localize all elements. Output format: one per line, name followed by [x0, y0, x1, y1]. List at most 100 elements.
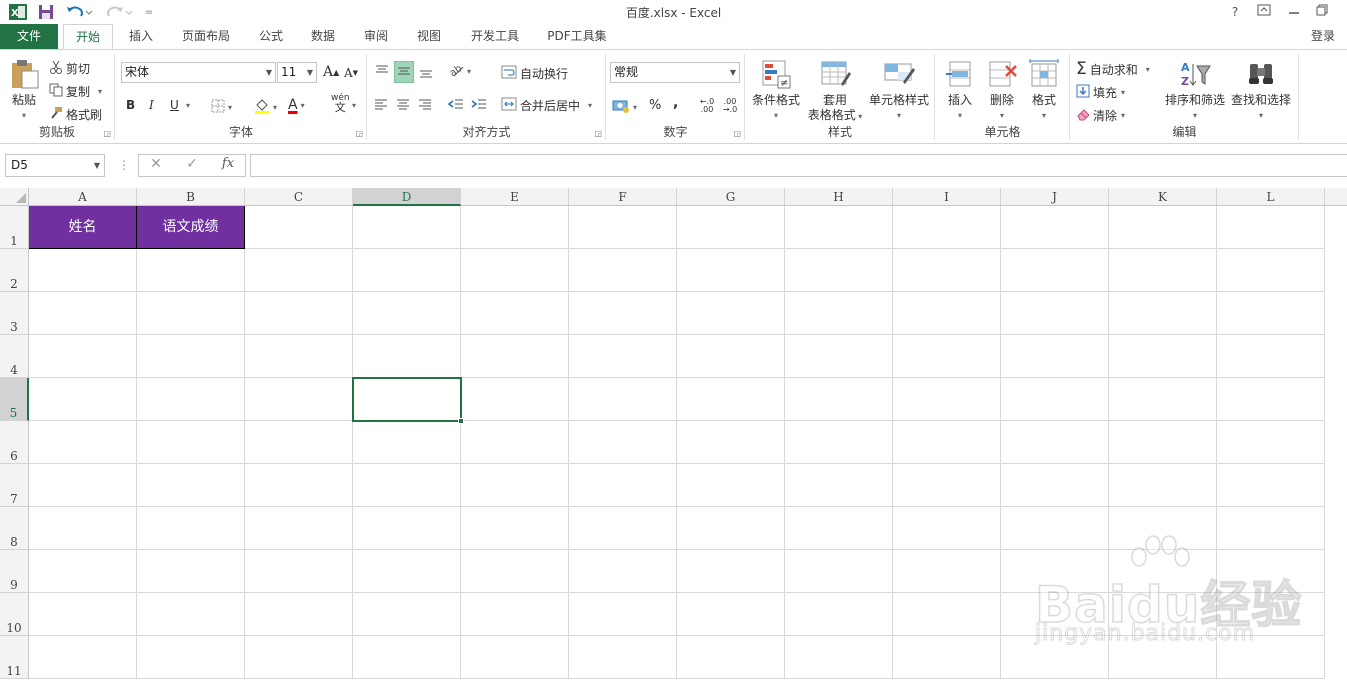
cell-h2[interactable] [785, 249, 893, 292]
comma-style-button[interactable]: , [673, 95, 678, 111]
cell-c6[interactable] [245, 421, 353, 464]
cell-i10[interactable] [893, 593, 1001, 636]
cell-l11[interactable] [1217, 636, 1325, 679]
cell-j5[interactable] [1001, 378, 1109, 421]
cell-c2[interactable] [245, 249, 353, 292]
align-middle-button[interactable] [394, 61, 414, 83]
minimize-icon[interactable] [1280, 2, 1308, 22]
cell-j4[interactable] [1001, 335, 1109, 378]
column-header-i[interactable]: I [893, 188, 1001, 206]
cell-j2[interactable] [1001, 249, 1109, 292]
cell-b2[interactable] [137, 249, 245, 292]
cell-k8[interactable] [1109, 507, 1217, 550]
column-header-c[interactable]: C [245, 188, 353, 206]
cell-g11[interactable] [677, 636, 785, 679]
cell-h10[interactable] [785, 593, 893, 636]
cell-g3[interactable] [677, 292, 785, 335]
cell-c5[interactable] [245, 378, 353, 421]
sort-filter-button[interactable]: AZ 排序和筛选 ▾ [1163, 58, 1227, 123]
align-center-button[interactable] [396, 98, 410, 113]
percent-style-button[interactable]: % [649, 98, 661, 113]
row-header-2[interactable]: 2 [0, 249, 29, 292]
cell-d2[interactable] [353, 249, 461, 292]
align-left-button[interactable] [374, 98, 388, 113]
cell-i3[interactable] [893, 292, 1001, 335]
cell-g7[interactable] [677, 464, 785, 507]
cell-l5[interactable] [1217, 378, 1325, 421]
cell-e10[interactable] [461, 593, 569, 636]
cell-a11[interactable] [29, 636, 137, 679]
cell-h8[interactable] [785, 507, 893, 550]
increase-indent-button[interactable] [471, 98, 487, 113]
name-box[interactable]: D5 ▼ [5, 154, 105, 177]
cell-i8[interactable] [893, 507, 1001, 550]
cell-l1[interactable] [1217, 206, 1325, 249]
cell-l8[interactable] [1217, 507, 1325, 550]
cell-e3[interactable] [461, 292, 569, 335]
phonetic-guide-button[interactable]: wén 文 [331, 94, 350, 114]
cell-c8[interactable] [245, 507, 353, 550]
cell-h9[interactable] [785, 550, 893, 593]
underline-button[interactable]: U [170, 98, 179, 112]
undo-icon[interactable] [64, 3, 94, 21]
font-color-button[interactable]: A ▾ [288, 97, 305, 113]
column-header-k[interactable]: K [1109, 188, 1217, 206]
cell-d6[interactable] [353, 421, 461, 464]
paste-button[interactable]: 粘贴 ▾ [6, 58, 42, 123]
tab-page-layout[interactable]: 页面布局 [170, 24, 242, 49]
font-name-select[interactable]: 宋体 ▼ [121, 62, 276, 83]
cell-e8[interactable] [461, 507, 569, 550]
cell-styles-button[interactable]: 单元格样式 ▾ [866, 58, 932, 123]
cell-f3[interactable] [569, 292, 677, 335]
orientation-button[interactable]: ab ▾ [448, 63, 471, 80]
restore-icon[interactable] [1308, 2, 1336, 22]
fill-color-button[interactable]: ▾ [254, 98, 277, 117]
enter-entry-icon[interactable]: ✓ [181, 156, 203, 172]
cell-e5[interactable] [461, 378, 569, 421]
column-header-j[interactable]: J [1001, 188, 1109, 206]
phonetic-dropdown[interactable]: ▾ [352, 101, 356, 110]
fill-button[interactable]: 填充 ▾ [1076, 84, 1125, 101]
cell-i9[interactable] [893, 550, 1001, 593]
cell-k11[interactable] [1109, 636, 1217, 679]
cell-a6[interactable] [29, 421, 137, 464]
cell-c9[interactable] [245, 550, 353, 593]
accounting-format-button[interactable]: ▾ [612, 99, 637, 116]
autosum-button[interactable]: Σ 自动求和 ▾ [1076, 59, 1150, 79]
column-header-f[interactable]: F [569, 188, 677, 206]
font-size-select[interactable]: 11 ▼ [277, 62, 317, 83]
cell-d3[interactable] [353, 292, 461, 335]
cell-g5[interactable] [677, 378, 785, 421]
cell-k3[interactable] [1109, 292, 1217, 335]
cell-h4[interactable] [785, 335, 893, 378]
dialog-launcher-icon[interactable]: ◲ [733, 129, 741, 138]
cell-i4[interactable] [893, 335, 1001, 378]
number-format-select[interactable]: 常规 ▼ [610, 62, 740, 83]
cell-g10[interactable] [677, 593, 785, 636]
cell-g2[interactable] [677, 249, 785, 292]
cell-d1[interactable] [353, 206, 461, 249]
cell-f6[interactable] [569, 421, 677, 464]
cell-k9[interactable] [1109, 550, 1217, 593]
cell-j8[interactable] [1001, 507, 1109, 550]
delete-cells-button[interactable]: 删除 ▾ [984, 58, 1020, 123]
cell-g1[interactable] [677, 206, 785, 249]
cell-a1[interactable]: 姓名 [29, 206, 137, 249]
row-header-10[interactable]: 10 [0, 593, 29, 636]
cell-b7[interactable] [137, 464, 245, 507]
cell-a3[interactable] [29, 292, 137, 335]
cell-i1[interactable] [893, 206, 1001, 249]
cell-k1[interactable] [1109, 206, 1217, 249]
cell-g4[interactable] [677, 335, 785, 378]
tab-review[interactable]: 审阅 [353, 24, 399, 49]
decrease-indent-button[interactable] [447, 98, 464, 113]
cell-j9[interactable] [1001, 550, 1109, 593]
cell-b8[interactable] [137, 507, 245, 550]
format-cells-button[interactable]: 格式 ▾ [1026, 58, 1062, 123]
cell-b9[interactable] [137, 550, 245, 593]
cell-l3[interactable] [1217, 292, 1325, 335]
cell-d9[interactable] [353, 550, 461, 593]
cell-d4[interactable] [353, 335, 461, 378]
tab-developer[interactable]: 开发工具 [459, 24, 531, 49]
sign-in-link[interactable]: 登录 [1311, 24, 1335, 48]
